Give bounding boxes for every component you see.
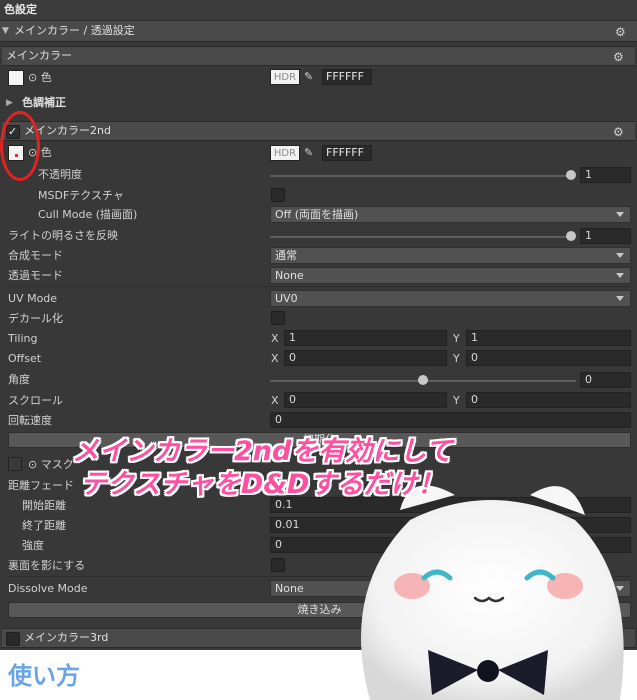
eyedropper-icon[interactable]: ✎ [304,70,318,84]
main-color-title: メインカラー [6,49,72,62]
hdr-button[interactable]: HDR [270,69,300,85]
scroll-y-label: Y [453,394,460,407]
panel-title: 色設定 [4,3,37,16]
collapse-arrow-icon[interactable]: ▼ [2,24,9,38]
gear-icon[interactable]: ⚙ [615,26,627,38]
offset-y-label: Y [453,352,460,365]
eyedropper-icon[interactable]: ✎ [304,146,318,160]
uv-mode-dropdown[interactable]: UV0 [270,290,631,307]
blend-mode-dropdown[interactable]: 通常 [270,247,631,264]
tiling-y-field[interactable]: 1 [466,330,631,346]
tiling-x-field[interactable]: 1 [284,330,447,346]
slider-knob[interactable] [566,170,576,180]
alpha-mode-label: 透過モード [8,269,63,282]
scroll-x-field[interactable]: 0 [284,392,447,408]
mask-label: ⊙ マスク [28,458,74,471]
light-field[interactable]: 1 [580,228,631,244]
mascot-bow-knot [477,660,499,682]
main-color-label: ⊙ 色 [28,71,52,84]
panel-title-bar: 色設定 [0,0,637,20]
blend-mode-label: 合成モード [8,249,63,262]
distance-fade-label: 距離フェード [8,479,74,492]
angle-field[interactable]: 0 [580,372,631,388]
color-adjust-label[interactable]: 色調補正 [22,96,66,110]
cull-mode-dropdown[interactable]: Off (両面を描画) [270,206,631,223]
decal-label: デカール化 [8,312,63,325]
blend-mode-value: 通常 [275,249,297,262]
gear-icon[interactable]: ⚙ [613,51,625,63]
opacity-field[interactable]: 1 [580,167,631,183]
annotation-line-2: テクスチャをD&Dするだけ！ [80,469,445,500]
main-color-header[interactable]: メインカラー ⚙ [2,46,635,66]
highlight-circle [0,111,40,181]
section-header[interactable]: ▼ メインカラー / 透過設定 ⚙ [0,20,637,42]
texture-slot[interactable] [8,70,24,86]
strength-label: 強度 [22,539,44,552]
uv-mode-label: UV Mode [8,292,58,305]
chevron-down-icon [616,296,624,301]
angle-label: 角度 [8,373,30,386]
annotation-text: メインカラー2ndを有効にして テクスチャをD&Dするだけ！ [72,436,453,502]
rotate-speed-field[interactable]: 0 [270,412,631,428]
section-title: メインカラー / 透過設定 [14,24,135,37]
dissolve-mode-label: Dissolve Mode [8,582,88,595]
annotation-line-1: メインカラー2ndを有効にして [72,436,453,467]
opacity-label: 不透明度 [38,168,82,181]
hex-color-field[interactable]: FFFFFF [322,145,372,161]
backface-shadow-checkbox[interactable] [271,558,285,572]
rotate-speed-label: 回転速度 [8,414,52,427]
tiling-y-label: Y [453,332,460,345]
tiling-x-label: X [271,332,279,345]
enable-3rd-checkbox[interactable] [6,632,20,646]
scroll-y-field[interactable]: 0 [466,392,631,408]
offset-x-label: X [271,352,279,365]
end-distance-label: 終了距離 [22,519,66,532]
chevron-down-icon [616,273,624,278]
slider-track[interactable] [270,175,572,177]
divider [6,286,631,287]
scroll-x-label: X [271,394,279,407]
decal-checkbox[interactable] [271,311,285,325]
scroll-label: スクロール [8,394,63,407]
light-label: ライトの明るさを反映 [8,229,118,242]
uv-mode-value: UV0 [275,292,298,305]
slider-track[interactable] [270,236,572,238]
slider-knob[interactable] [566,231,576,241]
cull-mode-value: Off (両面を描画) [275,208,359,221]
alpha-mode-dropdown[interactable]: None [270,267,631,284]
cull-mode-label: Cull Mode (描画面) [38,208,138,221]
dissolve-mode-value: None [275,582,304,595]
usage-label: 使い方 [8,662,80,690]
offset-x-field[interactable]: 0 [284,350,447,366]
offset-y-field[interactable]: 0 [466,350,631,366]
mascot-illustration [361,485,624,700]
msdf-label: MSDFテクスチャ [38,189,124,202]
alpha-mode-value: None [275,269,304,282]
main-color-2nd-header[interactable]: ✓ メインカラー2nd ⚙ [2,121,635,141]
backface-shadow-label: 裏面を影にする [8,559,86,572]
chevron-down-icon [616,212,624,217]
hdr-button[interactable]: HDR [270,145,300,161]
msdf-checkbox[interactable] [271,188,285,202]
start-distance-label: 開始距離 [22,499,66,512]
main-color-3rd-title: メインカラー3rd [24,631,109,644]
hex-color-field[interactable]: FFFFFF [322,69,372,85]
slider-knob[interactable] [418,375,428,385]
tiling-label: Tiling [8,332,38,345]
foldout-arrow-icon[interactable]: ▶ [6,96,13,110]
mask-texture-slot[interactable] [8,457,22,471]
chevron-down-icon [616,253,624,258]
offset-label: Offset [8,352,42,365]
gear-icon[interactable]: ⚙ [613,126,625,138]
